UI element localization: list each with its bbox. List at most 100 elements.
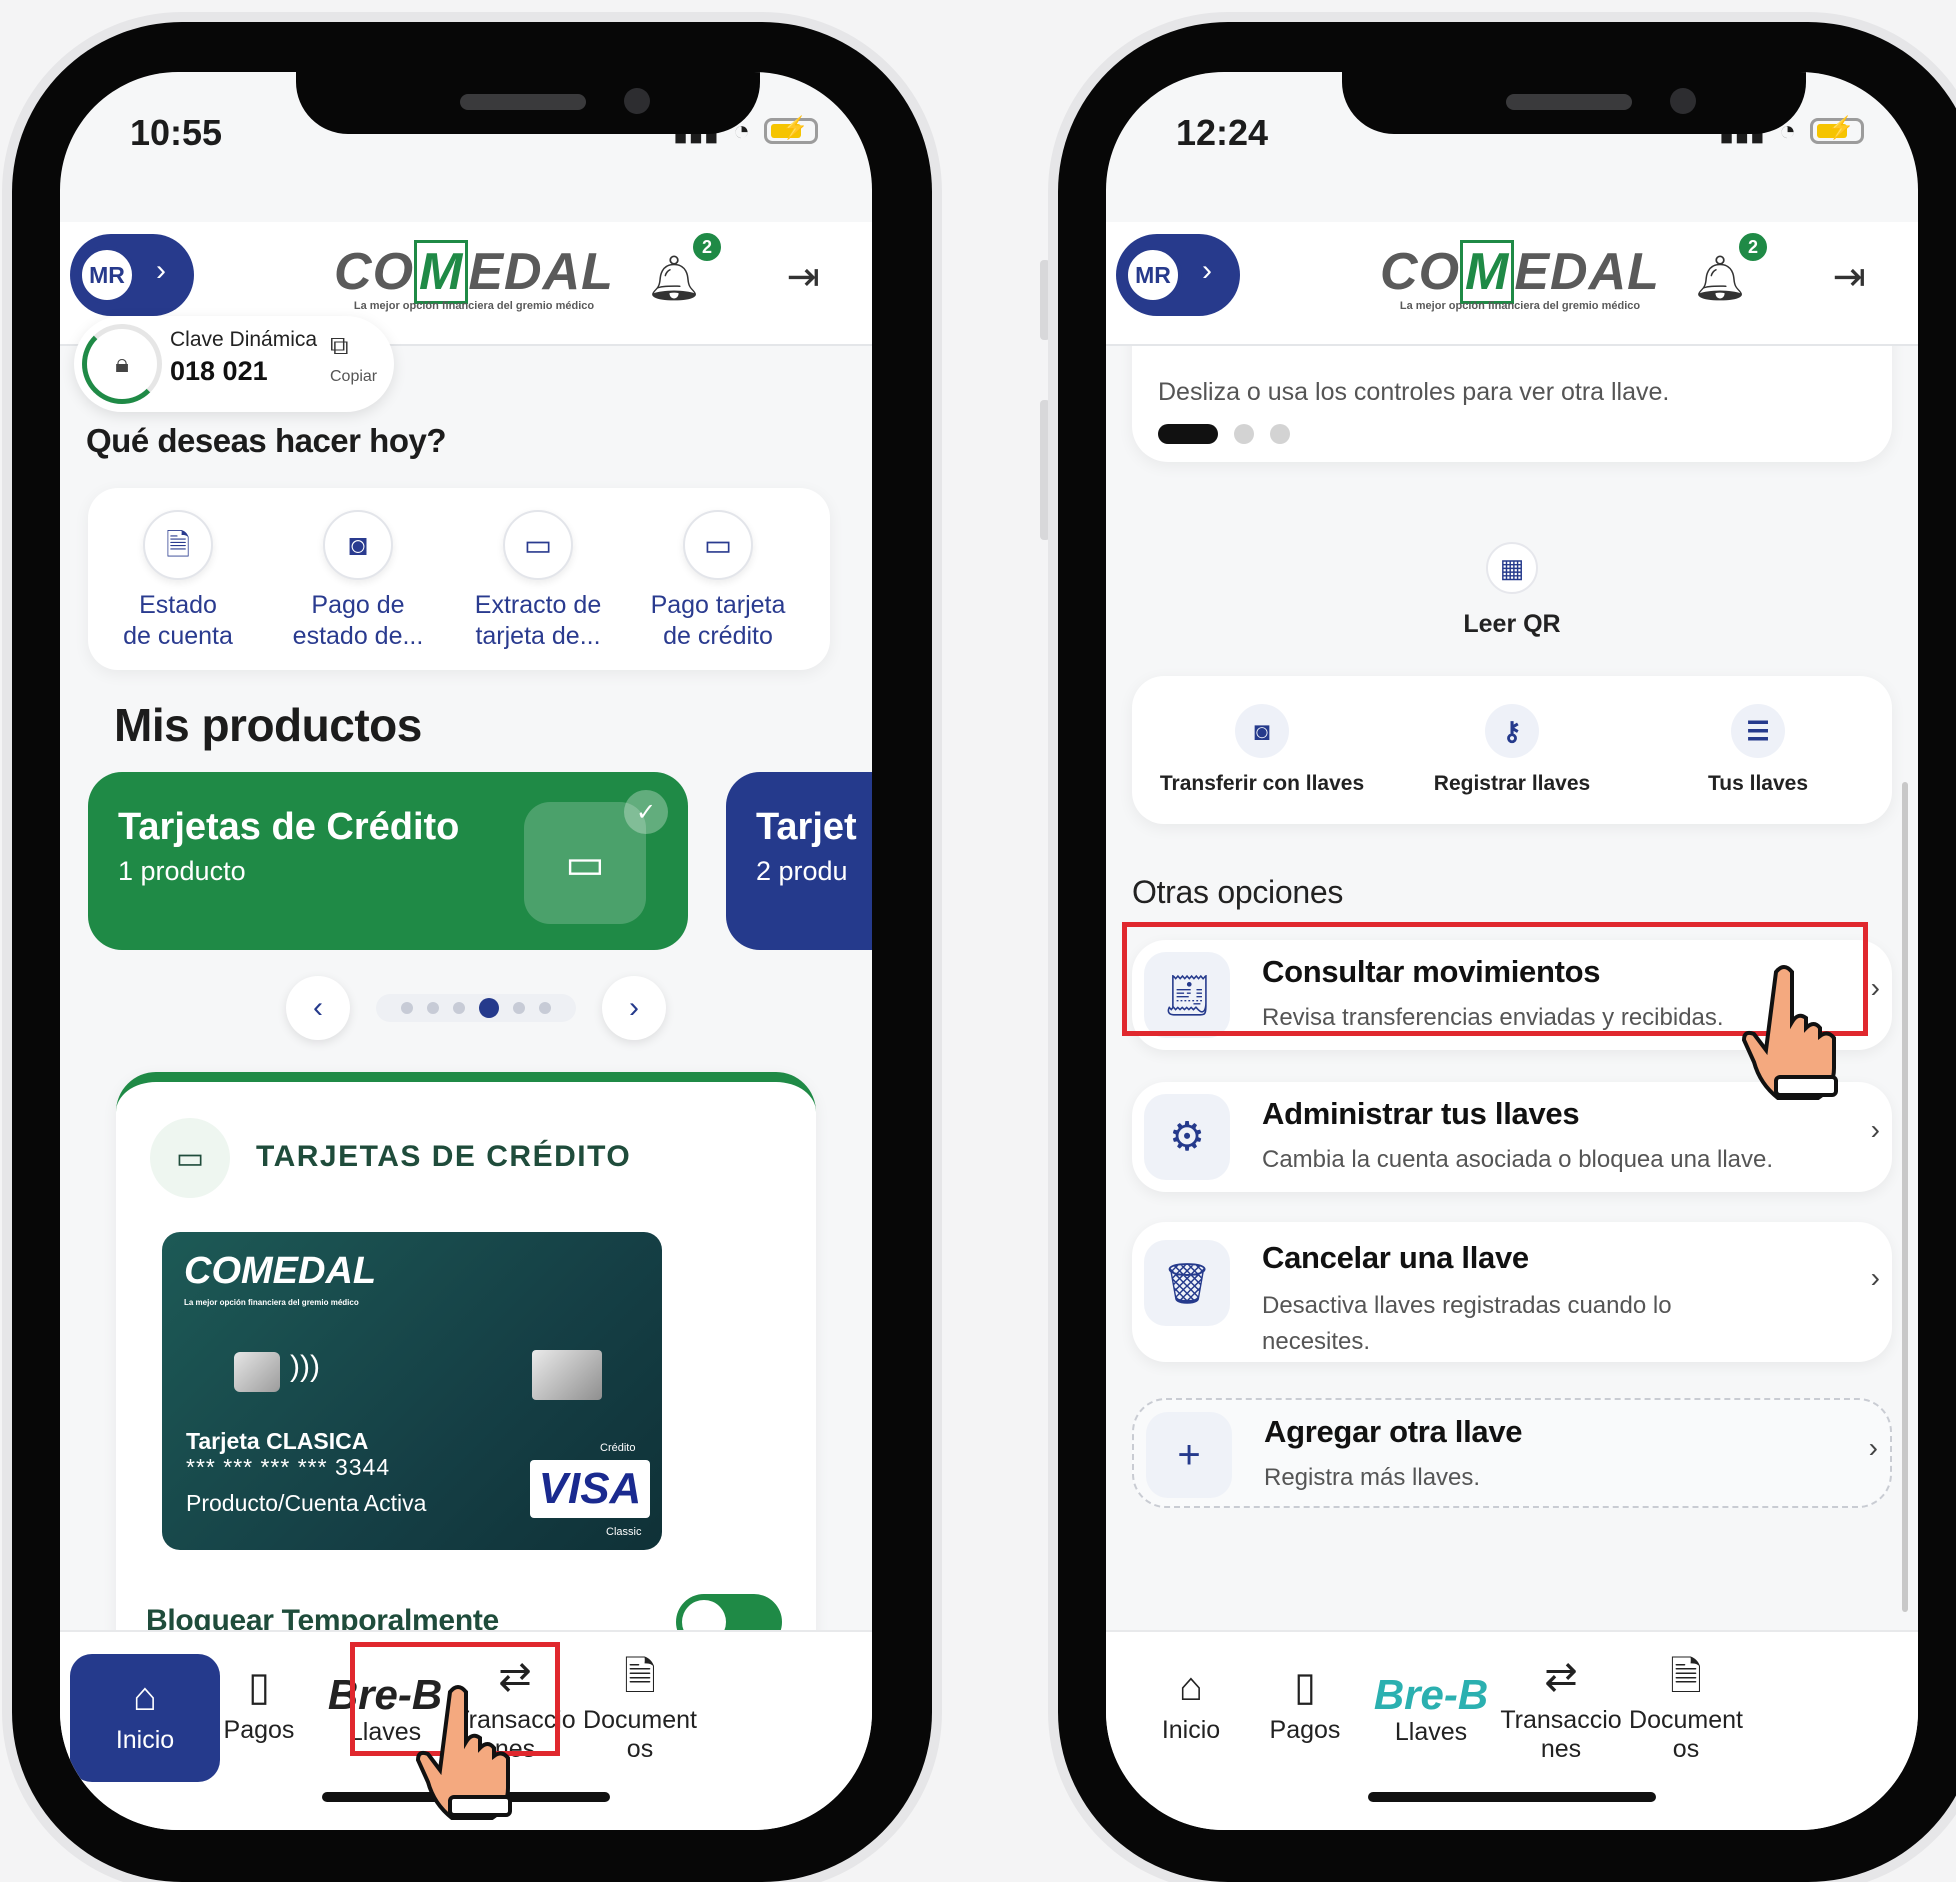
logo-tagline: La mejor opción financiera del gremio mé… [353, 300, 595, 312]
credit-cards-header: TARJETAS DE CRÉDITO [256, 1140, 632, 1173]
document-icon: 🗎 [623, 1655, 657, 1699]
notch [296, 72, 760, 134]
scrollbar[interactable] [1902, 782, 1908, 1612]
breb-logo: Bre-B [1373, 1671, 1489, 1718]
chevron-right-icon: › [1870, 972, 1880, 1003]
volume-up-button [1040, 260, 1050, 340]
pointing-hand-icon [1741, 965, 1838, 1100]
gear-icon: ⚙ [1144, 1094, 1230, 1180]
document-icon: 🗎 [143, 510, 213, 580]
credit-card-image[interactable]: COMEDAL La mejor opción financiera del g… [162, 1232, 662, 1550]
profile-button[interactable]: MR › [1116, 234, 1240, 316]
bell-icon: 🔔︎ [1692, 254, 1748, 303]
status-time: 10:55 [130, 112, 223, 153]
carousel-hint: Desliza o usa los controles para ver otr… [1158, 378, 1670, 406]
quick-action-pago-tarjeta[interactable]: ▭ Pago tarjeta de crédito [628, 510, 808, 652]
battery-icon: ⚡ [1810, 115, 1864, 144]
qr-code-icon: ▦ [1486, 542, 1538, 594]
volume-down-button [1040, 400, 1050, 540]
comedal-logo: COMEDAL La mejor opción financiera del g… [334, 240, 614, 312]
card-icon: ▭ [683, 510, 753, 580]
copy-label[interactable]: Copiar [330, 368, 377, 386]
list-icon: ☰ [1731, 704, 1785, 758]
quick-actions-panel: 🗎 Estado de cuenta ◙ Pago de estado de... … [88, 488, 830, 670]
home-indicator [1368, 1792, 1656, 1802]
logout-icon[interactable]: ⇥ [1832, 254, 1866, 300]
profile-button[interactable]: MR › [70, 234, 194, 316]
card-name: Tarjeta CLASICA [186, 1428, 369, 1454]
notifications-button[interactable]: 🔔︎ 2 [646, 230, 724, 304]
logo-tagline: La mejor opción financiera del gremio mé… [1399, 300, 1641, 312]
pointing-hand-icon [415, 1685, 512, 1820]
app-screen-left: 10:55 ▮▮▮ ◔ ⚡ MR › COMEDAL La mejor opci… [60, 72, 872, 1830]
quick-action-pago-estado[interactable]: ◙ Pago de estado de... [268, 510, 448, 652]
chevron-right-icon: › [1870, 1114, 1880, 1145]
cash-icon: ◙ [323, 510, 393, 580]
chevron-right-icon: › [1868, 1432, 1878, 1463]
card-icon: ▭ [503, 510, 573, 580]
plus-icon: + [1146, 1412, 1232, 1498]
chip-icon [234, 1352, 280, 1392]
key-actions-panel: ◙ Transferir con llaves ⚷ Registrar llav… [1132, 676, 1892, 824]
dynamic-key-widget: 🔒︎ Clave Dinámica 018 021 ⧉ Copiar [74, 316, 394, 412]
card-brand-logo: COMEDAL [184, 1250, 377, 1292]
dynamic-key-code: 018 021 [170, 356, 268, 386]
notification-badge: 2 [690, 230, 724, 264]
visa-logo: VISA [530, 1460, 650, 1518]
contactless-icon: ))) [290, 1350, 320, 1383]
tab-documentos[interactable]: 🗎 Document os [1611, 1654, 1761, 1764]
app-header: MR › COMEDAL La mejor opción financiera … [1106, 222, 1918, 346]
quick-actions-title: Qué deseas hacer hoy? [86, 422, 447, 459]
other-options-title: Otras opciones [1132, 874, 1344, 910]
card-icon: ▭ [150, 1118, 230, 1198]
status-time: 12:24 [1176, 112, 1269, 153]
quick-action-estado-cuenta[interactable]: 🗎 Estado de cuenta [88, 510, 268, 652]
app-screen-right: 12:24 ▮▮▮ ◔ ⚡ MR › COMEDAL La mejor opci… [1106, 72, 1918, 1830]
notification-badge: 2 [1736, 230, 1770, 264]
carousel-pager: ‹ › [286, 976, 666, 1040]
tab-documentos[interactable]: 🗎 Document os [565, 1654, 715, 1764]
credit-cards-panel: ▭ TARJETAS DE CRÉDITO COMEDAL La mejor o… [116, 1072, 816, 1672]
trash-icon: 🗑︎ [1144, 1240, 1230, 1326]
hologram-icon [532, 1350, 602, 1400]
your-keys-button[interactable]: ☰ Tus llaves [1638, 704, 1878, 796]
notch [1342, 72, 1806, 134]
quick-action-extracto-tarjeta[interactable]: ▭ Extracto de tarjeta de... [448, 510, 628, 652]
carousel-dots [376, 994, 576, 1022]
phone-frame-right: 12:24 ▮▮▮ ◔ ⚡ MR › COMEDAL La mejor opci… [1058, 22, 1956, 1882]
carousel-prev-button[interactable]: ‹ [286, 976, 350, 1040]
document-icon: 🗎 [1669, 1655, 1703, 1699]
register-keys-button[interactable]: ⚷ Registrar llaves [1392, 704, 1632, 796]
read-qr-button[interactable]: ▦ Leer QR [1432, 542, 1592, 639]
volume-down-button [2, 400, 12, 540]
chevron-right-icon: › [156, 254, 166, 287]
volume-up-button [2, 260, 12, 340]
carousel-next-button[interactable]: › [602, 976, 666, 1040]
bell-icon: 🔔︎ [646, 254, 702, 303]
option-agregar-llave[interactable]: + Agregar otra llave Registra más llaves… [1132, 1398, 1892, 1508]
lock-icon: 🔒︎ [82, 324, 162, 404]
tab-llaves[interactable]: Bre-B Llaves [1356, 1672, 1506, 1747]
card-number: *** *** *** *** 3344 [186, 1454, 391, 1480]
notifications-button[interactable]: 🔔︎ 2 [1692, 230, 1770, 304]
product-card-credit[interactable]: Tarjetas de Crédito 1 producto ▭ ✓ [88, 772, 688, 950]
chevron-right-icon: › [1202, 254, 1212, 287]
carousel-dots[interactable] [1158, 424, 1290, 444]
product-card-other[interactable]: Tarjet 2 produ [726, 772, 872, 950]
card-status: Producto/Cuenta Activa [186, 1490, 427, 1516]
logout-icon[interactable]: ⇥ [786, 254, 820, 300]
key-icon: ⚷ [1485, 704, 1539, 758]
products-title: Mis productos [114, 699, 422, 751]
chevron-right-icon: › [1870, 1262, 1880, 1293]
avatar: MR [78, 246, 136, 304]
phone-frame-left: 10:55 ▮▮▮ ◔ ⚡ MR › COMEDAL La mejor opci… [12, 22, 932, 1882]
battery-icon: ⚡ [764, 115, 818, 144]
transfer-with-keys-button[interactable]: ◙ Transferir con llaves [1142, 704, 1382, 796]
dynamic-key-label: Clave Dinámica [170, 328, 318, 351]
avatar: MR [1124, 246, 1182, 304]
comedal-logo: COMEDAL La mejor opción financiera del g… [1380, 240, 1660, 312]
option-cancelar-llave[interactable]: 🗑︎ Cancelar una llave Desactiva llaves r… [1132, 1222, 1892, 1362]
copy-icon[interactable]: ⧉ [330, 330, 349, 362]
cash-icon: ◙ [1235, 704, 1289, 758]
check-icon: ✓ [624, 790, 668, 834]
